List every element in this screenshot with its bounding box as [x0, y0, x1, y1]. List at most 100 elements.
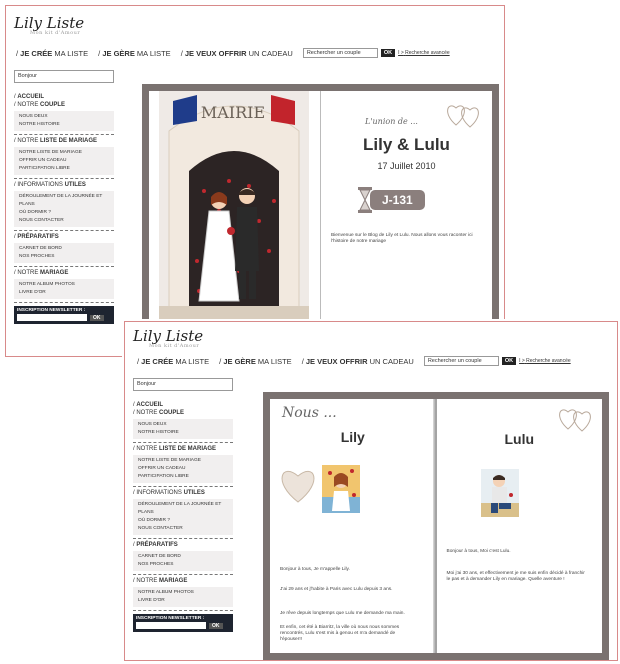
sidebar-item-offrir-cadeau[interactable]: OFFRIR UN CADEAU [138, 465, 228, 473]
sidebar-item-carnet[interactable]: CARNET DE BORD [138, 553, 228, 561]
sidebar-heading-liste[interactable]: / NOTRE LISTE DE MARIAGE [133, 445, 233, 453]
sidebar-heading-accueil[interactable]: / ACCUEIL [133, 401, 233, 409]
nav-manage-list[interactable]: / JE GÈRE MA LISTE [98, 49, 171, 58]
sidebar-section-infos: / INFORMATIONS UTILES DÉROULEMENT DE LA … [133, 487, 233, 539]
script-heading: L'union de ... [365, 117, 418, 126]
couple-names: Lily & Lulu [363, 135, 450, 154]
nav-create-list[interactable]: / JE CRÉE MA LISTE [16, 49, 88, 58]
logo-tagline: Mon kit d'Amour [30, 30, 81, 36]
bride-name: Lily [340, 429, 365, 445]
sidebar-item-deroulement[interactable]: DÉROULEMENT DE LA JOURNÉE ET PLANS [138, 501, 228, 517]
sidebar-section-liste: / NOTRE LISTE DE MARIAGE NOTRE LISTE DE … [133, 443, 233, 487]
newsletter-label: INSCRIPTION NEWSLETTER : [136, 616, 205, 621]
sidebar-section-preparatifs: / PRÉPARATIFS CARNET DE BORD NOS PROCHES [133, 539, 233, 575]
bride-text-1: Bonjour à tous, Je m'appelle Lily. [280, 567, 350, 572]
book-right-page: L'union de ... Lily & Lulu 17 Juillet 20… [321, 91, 492, 322]
sidebar: Bonjour / ACCUEIL / NOTRE COUPLE NOUS DE… [14, 70, 114, 324]
sidebar-item-album[interactable]: NOTRE ALBUM PHOTOS [19, 281, 109, 289]
bride-avatar [322, 465, 360, 513]
sidebar-item-livre-or[interactable]: LIVRE D'OR [138, 597, 228, 605]
advanced-search-link[interactable]: I > Recherche avancée [398, 50, 450, 56]
sidebar-section-mariage: / NOTRE MARIAGE NOTRE ALBUM PHOTOS LIVRE… [14, 267, 114, 303]
newsletter-label: INSCRIPTION NEWSLETTER : [17, 308, 86, 313]
top-navigation: / JE CRÉE MA LISTE / JE GÈRE MA LISTE / … [137, 356, 571, 366]
sidebar-heading-preparatifs[interactable]: / PRÉPARATIFS [14, 233, 114, 241]
hearts-icon [447, 105, 479, 128]
sidebar-item-notre-histoire[interactable]: NOTRE HISTOIRE [19, 121, 109, 129]
sidebar-item-album[interactable]: NOTRE ALBUM PHOTOS [138, 589, 228, 597]
sidebar-item-proches[interactable]: NOS PROCHES [138, 561, 228, 569]
sidebar-section-couple: / ACCUEIL / NOTRE COUPLE NOUS DEUX NOTRE… [14, 91, 114, 135]
sidebar-section-preparatifs: / PRÉPARATIFS CARNET DE BORD NOS PROCHES [14, 231, 114, 267]
countdown: J-131 [357, 187, 425, 213]
couple-search-input[interactable]: Rechercher un couple [423, 356, 499, 366]
sidebar-heading-liste[interactable]: / NOTRE LISTE DE MARIAGE [14, 137, 114, 145]
site-logo[interactable]: Lily Liste Mon kit d'Amour [133, 327, 203, 349]
bride-text-3: Je rêve depuis longtemps que Lulu me dem… [280, 611, 405, 616]
newsletter-email-input[interactable] [136, 622, 206, 629]
groom-avatar [480, 469, 519, 517]
sidebar-item-deroulement[interactable]: DÉROULEMENT DE LA JOURNÉE ET PLANS [19, 193, 109, 209]
newsletter-box: INSCRIPTION NEWSLETTER : OK [133, 614, 233, 632]
nav-offer-gift[interactable]: / JE VEUX OFFRIR UN CADEAU [302, 357, 414, 366]
sidebar-heading-couple[interactable]: / NOTRE COUPLE [14, 101, 114, 109]
sidebar-item-participation[interactable]: PARTICIPATION LIBRE [138, 473, 228, 481]
screenshot-couple: Lily Liste Mon kit d'Amour / JE CRÉE MA … [124, 321, 618, 661]
groom-name: Lulu [504, 431, 535, 447]
wedding-date: 17 Juillet 2010 [377, 161, 436, 171]
book-welcome: MAIRIE L'union de ... Lily & Lulu 17 Jui… [142, 84, 499, 329]
sidebar-item-proches[interactable]: NOS PROCHES [19, 253, 109, 261]
sidebar-item-livre-or[interactable]: LIVRE D'OR [19, 289, 109, 297]
site-logo[interactable]: Lily Liste Mon kit d'Amour [14, 14, 84, 36]
newsletter-email-input[interactable] [17, 314, 87, 321]
advanced-search-link[interactable]: I > Recherche avancée [519, 358, 571, 364]
sidebar-heading-accueil[interactable]: / ACCUEIL [14, 93, 114, 101]
nav-manage-list[interactable]: / JE GÈRE MA LISTE [219, 357, 292, 366]
book-right-page: Lulu Bonjour à tous, Moi c'est Lulu. Moi… [436, 399, 602, 653]
bride-text-2: J'ai 29 ans et j'habite à Paris avec Lul… [280, 587, 393, 592]
search-ok-button[interactable]: OK [380, 49, 396, 57]
sidebar-heading-infos[interactable]: / INFORMATIONS UTILES [133, 489, 233, 497]
sidebar-item-ou-dormir[interactable]: OÙ DORMIR ? [19, 209, 109, 217]
nav-create-list[interactable]: / JE CRÉE MA LISTE [137, 357, 209, 366]
sidebar-heading-preparatifs[interactable]: / PRÉPARATIFS [133, 541, 233, 549]
book-left-page: Nous ... Lily Bonjour à tous, Je m'appel… [270, 399, 437, 653]
sidebar-item-contact[interactable]: NOUS CONTACTER [19, 217, 109, 225]
hearts-icon [559, 409, 591, 432]
logo-tagline: Mon kit d'Amour [149, 343, 200, 349]
groom-text-1: Bonjour à tous, Moi c'est Lulu. [446, 549, 511, 554]
sidebar-item-liste-mariage[interactable]: NOTRE LISTE DE MARIAGE [19, 149, 109, 157]
nav-offer-gift[interactable]: / JE VEUX OFFRIR UN CADEAU [181, 49, 293, 58]
sidebar-heading-couple[interactable]: / NOTRE COUPLE [133, 409, 233, 417]
couple-search-input[interactable]: Rechercher un couple [302, 48, 378, 58]
sidebar-input[interactable]: Bonjour [133, 378, 233, 391]
sidebar-item-nous-deux[interactable]: NOUS DEUX [138, 421, 228, 429]
countdown-value: J-131 [370, 190, 425, 210]
newsletter-ok-button[interactable]: OK [90, 314, 104, 321]
sidebar-heading-infos[interactable]: / INFORMATIONS UTILES [14, 181, 114, 189]
sidebar-section-infos: / INFORMATIONS UTILES DÉROULEMENT DE LA … [14, 179, 114, 231]
sidebar-item-carnet[interactable]: CARNET DE BORD [19, 245, 109, 253]
sidebar-item-liste-mariage[interactable]: NOTRE LISTE DE MARIAGE [138, 457, 228, 465]
heart-icon [281, 470, 315, 503]
sidebar-item-participation[interactable]: PARTICIPATION LIBRE [19, 165, 109, 173]
top-navigation: / JE CRÉE MA LISTE / JE GÈRE MA LISTE / … [16, 48, 450, 58]
sidebar-item-nous-deux[interactable]: NOUS DEUX [19, 113, 109, 121]
newsletter-box: INSCRIPTION NEWSLETTER : OK [14, 306, 114, 324]
sidebar-input[interactable]: Bonjour [14, 70, 114, 83]
sidebar-heading-mariage[interactable]: / NOTRE MARIAGE [14, 269, 114, 277]
script-heading: Nous ... [282, 405, 337, 421]
sidebar-item-offrir-cadeau[interactable]: OFFRIR UN CADEAU [19, 157, 109, 165]
book-couple: Nous ... Lily Bonjour à tous, Je m'appel… [263, 392, 609, 660]
newsletter-ok-button[interactable]: OK [209, 622, 223, 629]
search-ok-button[interactable]: OK [501, 357, 517, 365]
sidebar-heading-mariage[interactable]: / NOTRE MARIAGE [133, 577, 233, 585]
sidebar-section-liste: / NOTRE LISTE DE MARIAGE NOTRE LISTE DE … [14, 135, 114, 179]
sidebar-item-contact[interactable]: NOUS CONTACTER [138, 525, 228, 533]
book-left-page: MAIRIE [149, 91, 321, 322]
sidebar-section-mariage: / NOTRE MARIAGE NOTRE ALBUM PHOTOS LIVRE… [133, 575, 233, 611]
mairie-sign: MAIRIE [200, 103, 266, 122]
sidebar-item-ou-dormir[interactable]: OÙ DORMIR ? [138, 517, 228, 525]
sidebar-section-couple: / ACCUEIL / NOTRE COUPLE NOUS DEUX NOTRE… [133, 399, 233, 443]
sidebar-item-notre-histoire[interactable]: NOTRE HISTOIRE [138, 429, 228, 437]
